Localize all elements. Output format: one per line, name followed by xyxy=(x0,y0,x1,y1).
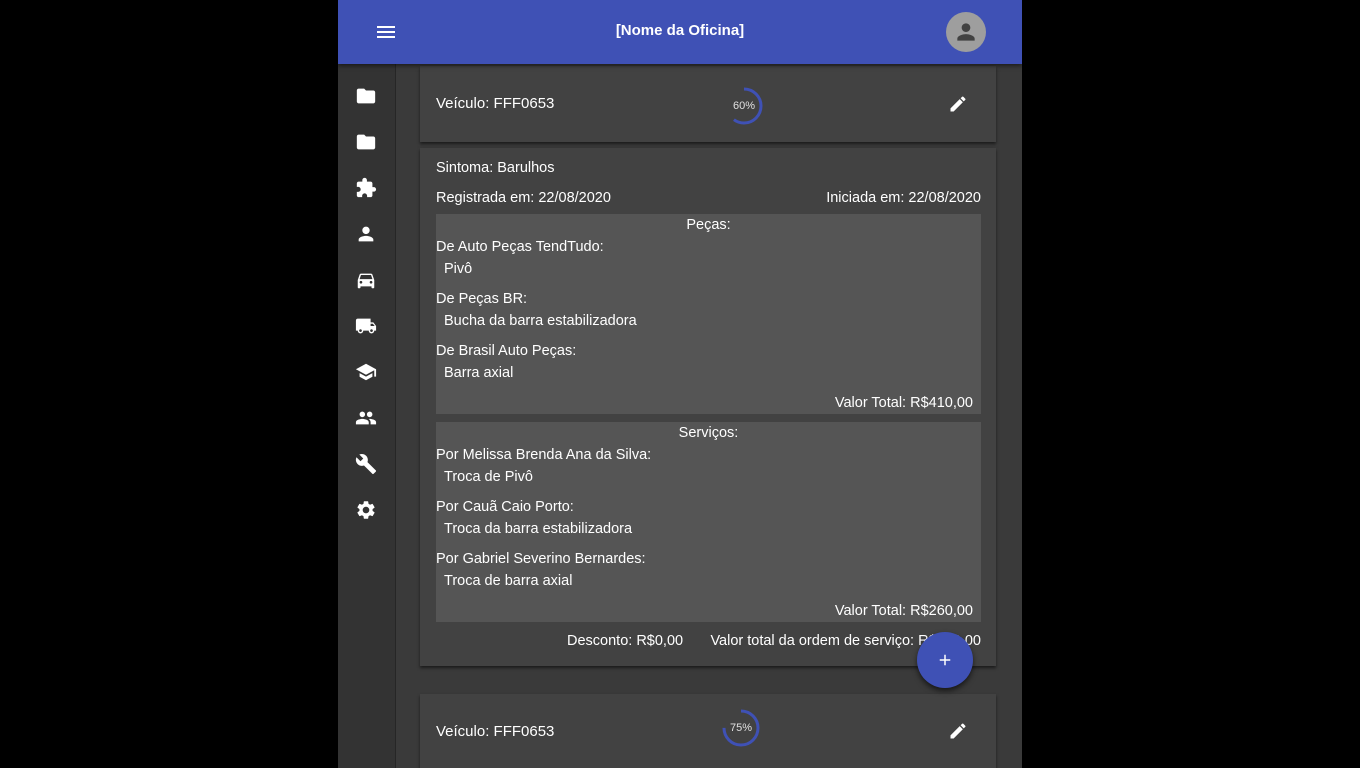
parts-item: Bucha da barra estabilizadora xyxy=(444,313,637,329)
services-total: Valor Total: R$260,00 xyxy=(834,603,973,619)
truck-icon xyxy=(355,318,377,334)
progress-circle: 75% xyxy=(721,708,761,748)
sidebar-item-services[interactable] xyxy=(354,452,378,476)
avatar[interactable] xyxy=(946,12,986,52)
discount: Desconto: R$0,00 xyxy=(567,633,684,649)
sidebar-item-person[interactable] xyxy=(354,222,378,246)
edit-button[interactable] xyxy=(946,719,970,743)
parts-supplier: De Peças BR: xyxy=(436,291,528,307)
sidebar-item-parts[interactable] xyxy=(354,176,378,200)
people-icon xyxy=(355,411,377,425)
service-item: Troca da barra estabilizadora xyxy=(444,521,633,537)
app-bar: [Nome da Oficina] xyxy=(338,0,1022,64)
order-card[interactable]: Veículo: FFF0653 60% xyxy=(420,66,996,142)
app-title: [Nome da Oficina] xyxy=(615,22,745,39)
registered-date: Registrada em: 22/08/2020 xyxy=(436,190,611,206)
car-icon xyxy=(357,273,375,289)
vehicle-plate: Veículo: FFF0653 xyxy=(436,95,555,112)
sidebar-item-school[interactable] xyxy=(354,360,378,384)
folder-icon xyxy=(356,88,376,104)
parts-item: Barra axial xyxy=(444,365,514,381)
parts-item: Pivô xyxy=(444,261,473,277)
sidebar-item-truck[interactable] xyxy=(354,314,378,338)
puzzle-icon xyxy=(356,177,377,198)
sidebar-item-folder-2[interactable] xyxy=(354,130,378,154)
parts-title: Peças: xyxy=(686,217,731,233)
account-icon xyxy=(957,23,975,41)
pencil-icon xyxy=(950,96,966,112)
sidebar-item-folder-1[interactable] xyxy=(354,84,378,108)
sidebar-item-car[interactable] xyxy=(354,268,378,292)
progress-label: 60% xyxy=(732,100,756,112)
folder-icon xyxy=(356,134,376,150)
services-title: Serviços: xyxy=(678,425,739,441)
order-card-header: Veículo: FFF0653 75% xyxy=(420,694,996,768)
parts-panel: Peças: De Auto Peças TendTudo: Pivô De P… xyxy=(436,214,981,414)
started-date: Iniciada em: 22/08/2020 xyxy=(826,190,981,206)
parts-supplier: De Auto Peças TendTudo: xyxy=(436,239,604,255)
pencil-icon xyxy=(950,723,966,739)
add-order-button[interactable] xyxy=(917,632,973,688)
person-icon xyxy=(358,226,374,242)
vehicle-plate: Veículo: FFF0653 xyxy=(436,723,555,740)
parts-total: Valor Total: R$410,00 xyxy=(834,395,973,411)
school-icon xyxy=(355,363,377,381)
progress-label: 75% xyxy=(729,722,753,734)
service-provider: Por Melissa Brenda Ana da Silva: xyxy=(436,447,652,463)
parts-supplier: De Brasil Auto Peças: xyxy=(436,343,577,359)
edit-button[interactable] xyxy=(946,92,970,116)
gear-icon xyxy=(357,501,375,519)
sidebar-item-people[interactable] xyxy=(354,406,378,430)
order-card[interactable]: Veículo: FFF0653 75% xyxy=(420,694,996,768)
sidebar-item-settings[interactable] xyxy=(354,498,378,522)
plus-icon xyxy=(939,654,951,666)
services-panel: Serviços: Por Melissa Brenda Ana da Silv… xyxy=(436,422,981,622)
wrench-icon xyxy=(355,454,377,475)
service-provider: Por Gabriel Severino Bernardes: xyxy=(436,551,646,567)
service-item: Troca de barra axial xyxy=(444,573,573,589)
sidebar xyxy=(338,64,396,768)
order-card-header: Veículo: FFF0653 60% xyxy=(420,66,996,142)
order-details: Sintoma: Barulhos Registrada em: 22/08/2… xyxy=(420,148,996,666)
symptom: Sintoma: Barulhos xyxy=(436,160,555,176)
service-item: Troca de Pivô xyxy=(444,469,533,485)
service-provider: Por Cauã Caio Porto: xyxy=(436,499,574,515)
progress-circle: 60% xyxy=(724,86,764,126)
